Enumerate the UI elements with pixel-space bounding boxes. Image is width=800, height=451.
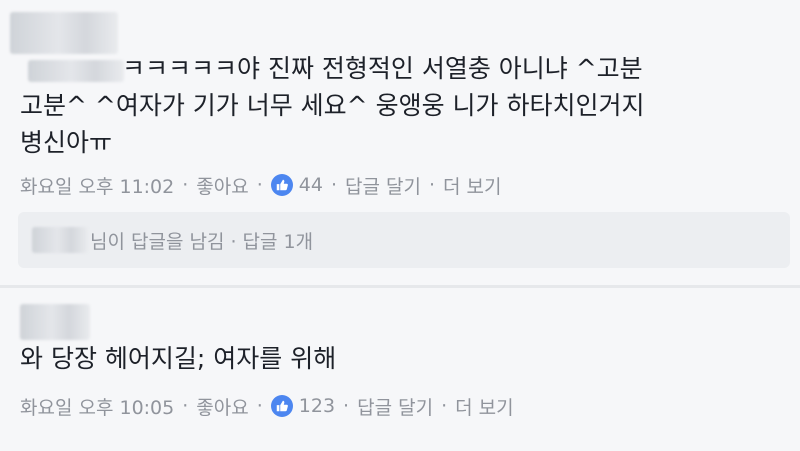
comment-text-line: 와 당장 헤어지길; 여자를 위해	[20, 344, 337, 373]
reply-summary-text: 님이 답글을 남김 · 답글 1개	[90, 227, 313, 254]
like-thumb-icon[interactable]	[270, 174, 293, 196]
more-button[interactable]: 더 보기	[443, 172, 501, 199]
comment-text-line: ㅋㅋㅋㅋㅋ야 진짜 전형적인 서열충 아니냐 ^고분	[122, 54, 643, 83]
separator: ·	[343, 395, 350, 417]
timestamp-link[interactable]: 화요일 오후 11:02	[20, 172, 174, 199]
like-button[interactable]: 좋아요	[196, 393, 248, 420]
like-button[interactable]: 좋아요	[196, 172, 248, 199]
separator: ·	[256, 395, 263, 417]
comment: 와 당장 헤어지길; 여자를 위해 화요일 오후 10:05 · 좋아요 · 1…	[0, 288, 800, 451]
like-count[interactable]: 123	[299, 395, 335, 417]
blurred-author-name	[32, 227, 88, 253]
comment-meta: 화요일 오후 11:02 · 좋아요 · 44 · 답글 달기 · 더 보기	[20, 170, 502, 200]
more-button[interactable]: 더 보기	[455, 393, 513, 420]
separator: ·	[330, 174, 338, 196]
blurred-author-name	[20, 304, 90, 340]
comment-meta: 화요일 오후 10:05 · 좋아요 · 123 · 답글 달기 · 더 보기	[20, 391, 514, 421]
reply-button[interactable]: 답글 달기	[357, 393, 433, 420]
separator: ·	[182, 174, 189, 196]
reply-summary-label: 님이 답글을 남김	[90, 230, 225, 253]
like-thumb-icon[interactable]	[270, 395, 293, 417]
reply-count: 답글 1개	[242, 230, 314, 253]
reply-summary[interactable]: 님이 답글을 남김 · 답글 1개	[18, 212, 790, 268]
timestamp-link[interactable]: 화요일 오후 10:05	[20, 393, 174, 420]
separator: ·	[256, 174, 263, 196]
separator: ·	[428, 174, 436, 196]
comment-text-line: 고분^ ^여자가 기가 너무 세요^ 웅앵웅 니가 하타치인거지	[20, 91, 645, 120]
comment: ㅋㅋㅋㅋㅋ야 진짜 전형적인 서열충 아니냐 ^고분 고분^ ^여자가 기가 너…	[0, 0, 800, 285]
blurred-author-name	[10, 12, 118, 54]
separator: ·	[441, 395, 448, 417]
like-count[interactable]: 44	[299, 174, 323, 196]
separator: ·	[230, 230, 237, 253]
separator: ·	[182, 395, 189, 417]
reply-button[interactable]: 답글 달기	[345, 172, 421, 199]
blurred-author-name	[28, 60, 124, 82]
comment-list: ㅋㅋㅋㅋㅋ야 진짜 전형적인 서열충 아니냐 ^고분 고분^ ^여자가 기가 너…	[0, 0, 800, 451]
comment-text-line: 병신아ㅠ	[20, 128, 113, 157]
